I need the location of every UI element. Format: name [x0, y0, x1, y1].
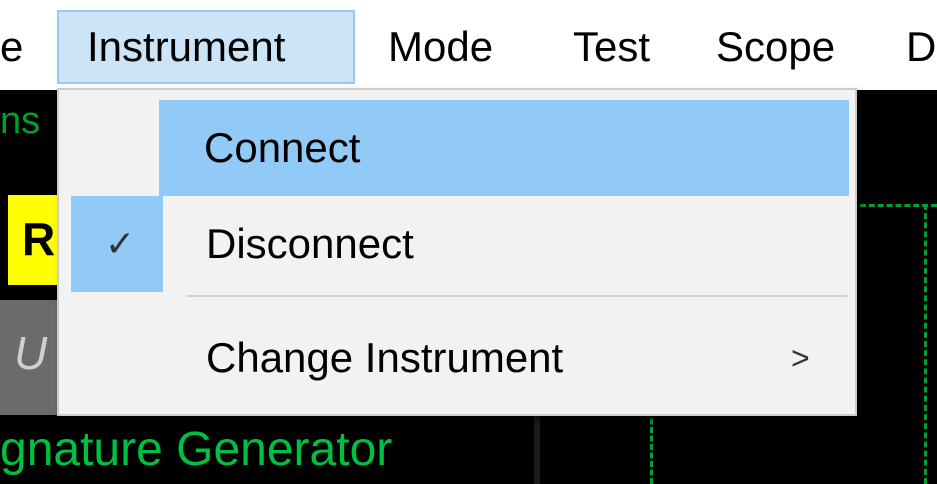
chevron-right-icon: >	[791, 340, 810, 376]
menu-file[interactable]: e	[0, 10, 23, 84]
menu-separator	[187, 295, 847, 297]
selected-row-text: U	[14, 327, 48, 379]
menu-bar: e Instrument Mode Test Scope D	[0, 0, 937, 90]
menu-item-disconnect-label: Disconnect	[206, 220, 414, 267]
menu-d[interactable]: D	[906, 10, 936, 84]
menu-item-connect[interactable]: Connect	[159, 100, 849, 196]
signature-generator-label[interactable]: gnature Generator	[0, 422, 392, 477]
menu-instrument[interactable]: Instrument	[57, 10, 355, 84]
menu-item-change-instrument[interactable]: Change Instrument >	[61, 310, 851, 406]
scope-grid-line	[924, 204, 927, 484]
menu-item-connect-label: Connect	[204, 124, 361, 171]
menu-scope[interactable]: Scope	[716, 10, 835, 84]
menu-item-change-instrument-label: Change Instrument	[206, 334, 564, 381]
scope-grid-line	[650, 410, 653, 484]
menu-test[interactable]: Test	[573, 10, 650, 84]
menu-item-disconnect[interactable]: ✓ Disconnect	[61, 196, 851, 292]
menu-mode[interactable]: Mode	[388, 10, 493, 84]
status-indicator-text: R	[22, 213, 56, 265]
check-icon: ✓	[105, 223, 136, 264]
panel-tab-label[interactable]: ns	[0, 100, 40, 143]
check-area: ✓	[71, 196, 163, 292]
instrument-dropdown-menu: Connect ✓ Disconnect Change Instrument >	[57, 88, 857, 416]
